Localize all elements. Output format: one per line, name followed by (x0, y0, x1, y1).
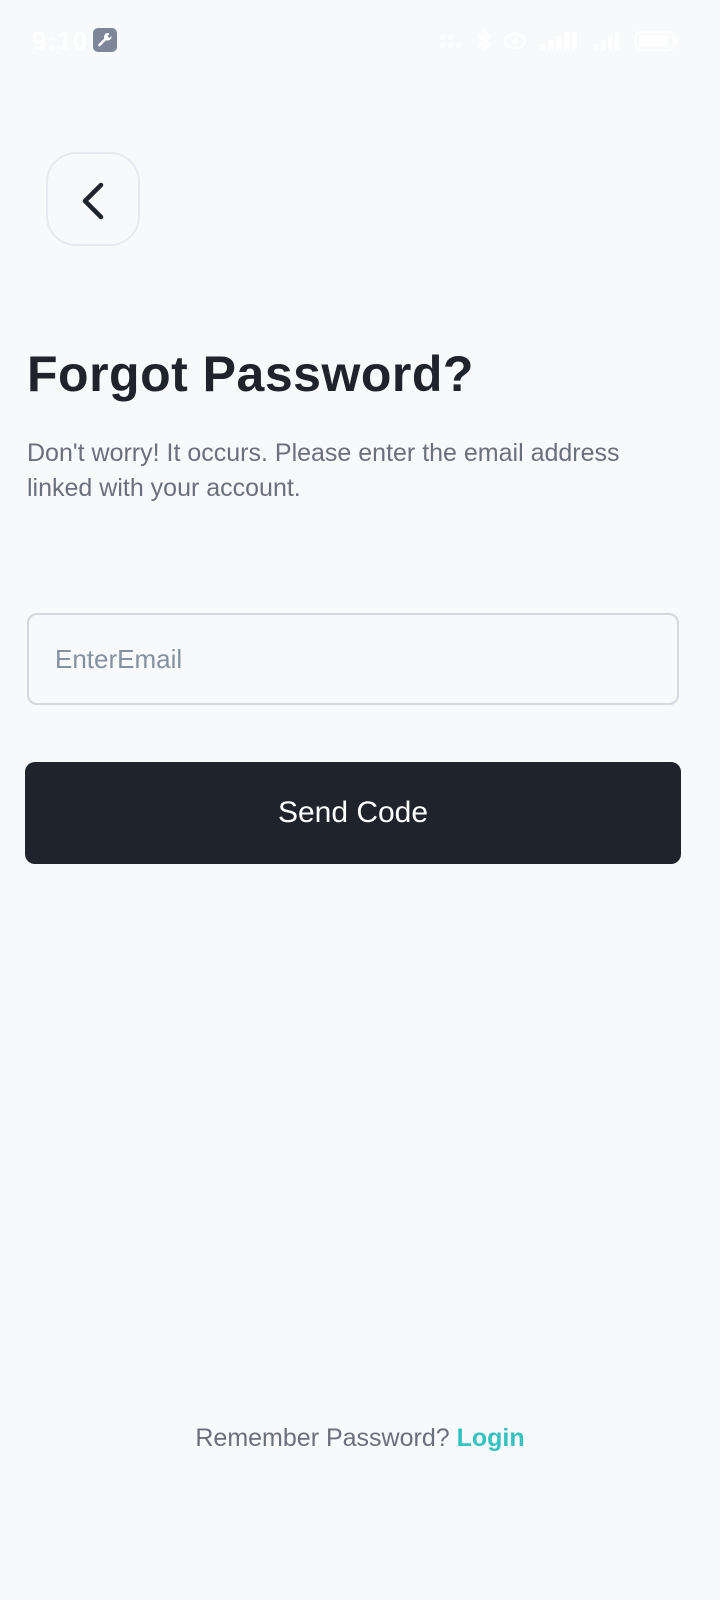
status-bar: 9:10 (0, 0, 720, 80)
login-prompt: Remember Password? Login (0, 1424, 720, 1453)
chevron-left-icon (82, 182, 104, 220)
bluetooth-icon (478, 29, 491, 53)
hotspot-icon (503, 32, 527, 50)
signal-icon (594, 32, 619, 50)
signal-icon (540, 32, 577, 50)
page-title: Forgot Password? (27, 346, 474, 402)
page-subtitle: Don't worry! It occurs. Please enter the… (27, 439, 620, 502)
wrench-icon (93, 28, 117, 52)
remember-password-text: Remember Password? (195, 1424, 450, 1452)
forgot-password-screen: 9:10 Forgot Password? Don't worry! It oc… (0, 0, 720, 1600)
speed-icon (440, 35, 461, 47)
status-time: 9:10 (32, 26, 89, 56)
back-button[interactable] (46, 152, 140, 246)
send-code-button[interactable]: Send Code (25, 762, 681, 864)
status-icons (438, 28, 680, 54)
email-field[interactable] (27, 613, 679, 705)
login-link[interactable]: Login (457, 1424, 525, 1452)
battery-icon (634, 30, 678, 52)
